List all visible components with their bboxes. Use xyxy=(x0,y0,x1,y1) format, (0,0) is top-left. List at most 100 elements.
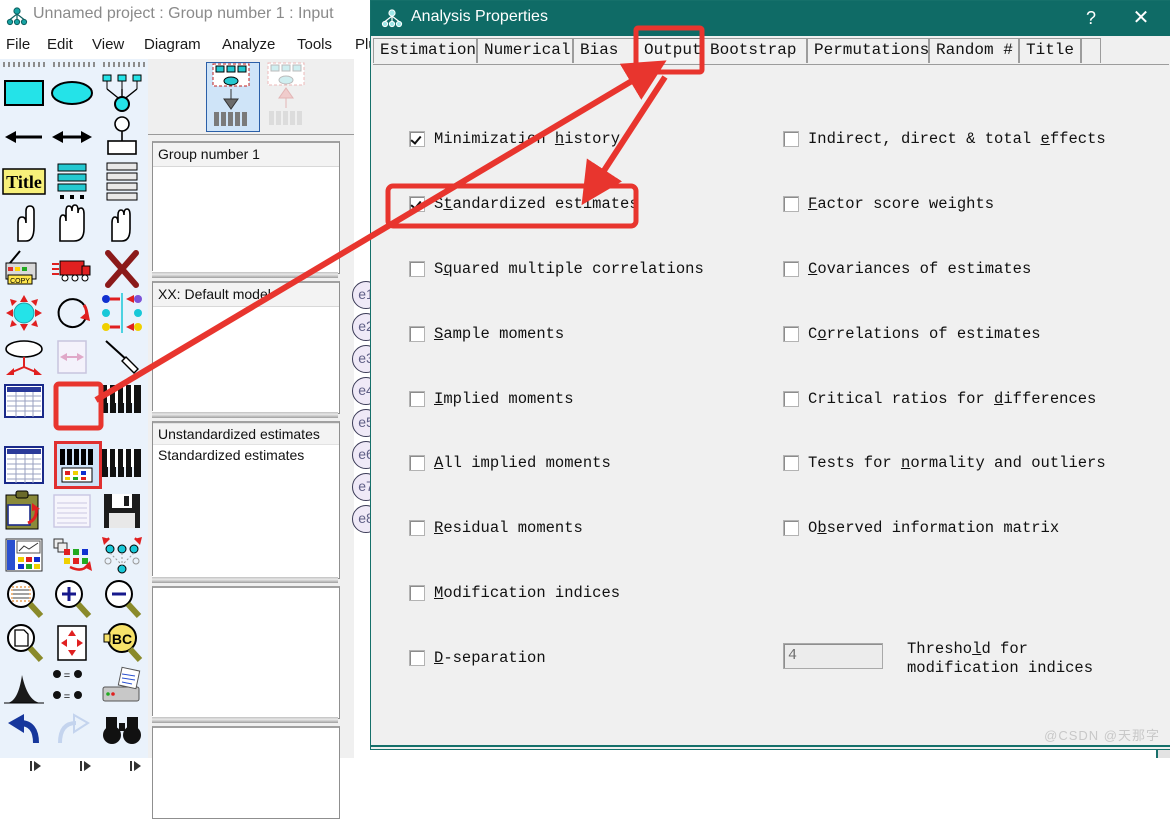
checkbox-indirect-direct-total-effects[interactable]: Indirect, direct & total effects xyxy=(783,130,1106,152)
checkbox-squared-multiple-correlations[interactable]: Squared multiple correlations xyxy=(409,260,704,282)
checkbox-box[interactable] xyxy=(409,261,425,277)
menu-view[interactable]: View xyxy=(92,36,124,53)
checkbox-standardized-estimates[interactable]: Standardized estimates xyxy=(409,195,639,217)
checkbox-box[interactable] xyxy=(783,131,799,147)
menu-edit[interactable]: Edit xyxy=(47,36,73,53)
tool-draw-observed-variable[interactable] xyxy=(2,71,46,115)
help-button[interactable]: ? xyxy=(1071,3,1111,34)
tab-bootstrap[interactable]: Bootstrap xyxy=(703,38,807,63)
drawing-tools-palette[interactable]: Title COPY BC = = xyxy=(0,59,149,771)
estimates-list-item-standardized[interactable]: Standardized estimates xyxy=(153,445,339,465)
menu-tools[interactable]: Tools xyxy=(297,36,332,53)
panel-splitter-2[interactable] xyxy=(152,411,338,418)
tab-numerical[interactable]: Numerical xyxy=(477,38,573,63)
notes-list[interactable] xyxy=(152,726,340,819)
estimates-list[interactable]: Unstandardized estimates Standardized es… xyxy=(152,421,340,579)
tool-undo[interactable] xyxy=(2,709,46,753)
tool-figure-caption-title[interactable]: Title xyxy=(2,159,46,203)
button-view-output-path-diagram[interactable] xyxy=(262,62,314,130)
tool-view-text-output[interactable] xyxy=(54,441,102,489)
checkbox-residual-moments[interactable]: Residual moments xyxy=(409,519,583,541)
checkbox-modification-indices[interactable]: Modification indices xyxy=(409,584,620,606)
checkbox-box[interactable] xyxy=(409,455,425,471)
tool-save-diagram[interactable] xyxy=(100,489,144,533)
tool-zoom-in[interactable] xyxy=(50,577,94,621)
tool-zoom-out[interactable] xyxy=(100,577,144,621)
checkbox-box[interactable] xyxy=(783,261,799,277)
tool-deselect-all-objects[interactable] xyxy=(100,203,144,247)
tool-select-data-file[interactable] xyxy=(2,379,46,423)
checkbox-box[interactable] xyxy=(409,650,425,666)
menu-diagram[interactable]: Diagram xyxy=(144,36,201,53)
tool-bayesian-estimation[interactable] xyxy=(2,665,46,709)
tool-clipboard-copy[interactable] xyxy=(2,489,46,533)
tool-select-all-objects[interactable] xyxy=(50,203,94,247)
tool-zoom-page[interactable] xyxy=(2,621,46,665)
checkbox-box[interactable] xyxy=(783,391,799,407)
tool-print[interactable] xyxy=(100,665,144,709)
checkbox-box[interactable] xyxy=(409,585,425,601)
tab-estimation[interactable]: Estimation xyxy=(373,38,477,63)
tool-drag-properties[interactable] xyxy=(50,533,94,577)
tab-output[interactable]: Output xyxy=(637,38,703,63)
groups-list-item[interactable]: Group number 1 xyxy=(153,143,339,167)
tool-loupe-magnify[interactable]: BC xyxy=(100,621,144,665)
checkbox-box[interactable] xyxy=(409,520,425,536)
checkbox-critical-ratios-for-differences[interactable]: Critical ratios for differences xyxy=(783,390,1096,412)
dialog-tabstrip[interactable]: Estimation Numerical Bias Output Bootstr… xyxy=(373,38,1169,64)
checkbox-tests-for-normality-and-outliers[interactable]: Tests for normality and outliers xyxy=(783,454,1106,476)
tool-touch-up-variable[interactable] xyxy=(100,335,144,379)
tab-random-seed[interactable]: Random # xyxy=(929,38,1019,63)
tool-reflect-indicators[interactable] xyxy=(100,291,144,335)
estimates-list-item-unstandardized[interactable]: Unstandardized estimates xyxy=(153,423,339,445)
tool-preserve-symmetries[interactable] xyxy=(100,533,144,577)
checkbox-box[interactable] xyxy=(783,455,799,471)
tool-move-objects[interactable] xyxy=(50,247,94,291)
tool-calculate-estimates[interactable] xyxy=(100,379,144,423)
tool-list-variables-in-model[interactable] xyxy=(100,159,144,203)
tool-draw-path-arrow[interactable] xyxy=(2,115,46,159)
tool-draw-unobserved-variable[interactable] xyxy=(50,71,94,115)
tab-permutations[interactable]: Permutations xyxy=(807,38,929,63)
checkbox-implied-moments[interactable]: Implied moments xyxy=(409,390,574,412)
tool-draw-path-latent[interactable] xyxy=(100,71,144,115)
button-view-input-path-diagram[interactable] xyxy=(206,62,260,132)
palette-scroll-2[interactable] xyxy=(78,759,94,773)
checkbox-correlations-of-estimates[interactable]: Correlations of estimates xyxy=(783,325,1041,347)
tool-multiple-group-analysis[interactable]: = = xyxy=(50,665,94,709)
checkbox-box[interactable] xyxy=(409,326,425,342)
checkbox-all-implied-moments[interactable]: All implied moments xyxy=(409,454,611,476)
menu-analyze[interactable]: Analyze xyxy=(222,36,275,53)
tool-resize-diagram-to-page[interactable] xyxy=(50,335,94,379)
checkbox-d-separation[interactable]: D-separation xyxy=(409,649,546,671)
checkbox-covariances-of-estimates[interactable]: Covariances of estimates xyxy=(783,260,1031,282)
tool-draw-covariance-arrow[interactable] xyxy=(50,115,94,159)
models-list[interactable]: XX: Default model xyxy=(152,281,340,414)
tool-redo[interactable] xyxy=(50,709,94,753)
tool-move-parameter-values[interactable] xyxy=(2,335,46,379)
tool-duplicate-objects[interactable]: COPY xyxy=(2,247,46,291)
checkbox-box[interactable] xyxy=(783,196,799,212)
groups-list[interactable]: Group number 1 xyxy=(152,141,340,274)
checkbox-factor-score-weights[interactable]: Factor score weights xyxy=(783,195,994,217)
tool-rotate-indicators[interactable] xyxy=(50,291,94,335)
threshold-input[interactable]: 4 xyxy=(783,643,883,669)
models-list-item[interactable]: XX: Default model xyxy=(153,283,339,307)
menu-file[interactable]: File xyxy=(6,36,30,53)
checkbox-box[interactable] xyxy=(409,131,425,147)
close-icon[interactable]: ✕ xyxy=(1119,3,1163,34)
tool-object-properties[interactable] xyxy=(2,533,46,577)
tool-shape-of-object[interactable] xyxy=(2,291,46,335)
tool-erase-objects[interactable] xyxy=(100,247,144,291)
tool-search-browse[interactable] xyxy=(100,709,144,753)
tool-analysis-properties[interactable] xyxy=(2,443,46,487)
tool-select-one-object[interactable] xyxy=(2,203,46,247)
panel-splitter-1[interactable] xyxy=(152,271,338,278)
tab-title[interactable]: Title xyxy=(1019,38,1081,63)
checkbox-observed-information-matrix[interactable]: Observed information matrix xyxy=(783,519,1059,541)
palette-scroll-1[interactable] xyxy=(28,759,44,773)
tool-add-unique-variable[interactable] xyxy=(100,115,144,159)
palette-scroll-3[interactable] xyxy=(128,759,144,773)
tool-view-text-output-disabled[interactable] xyxy=(50,489,94,533)
tool-zoom-select-area[interactable] xyxy=(2,577,46,621)
